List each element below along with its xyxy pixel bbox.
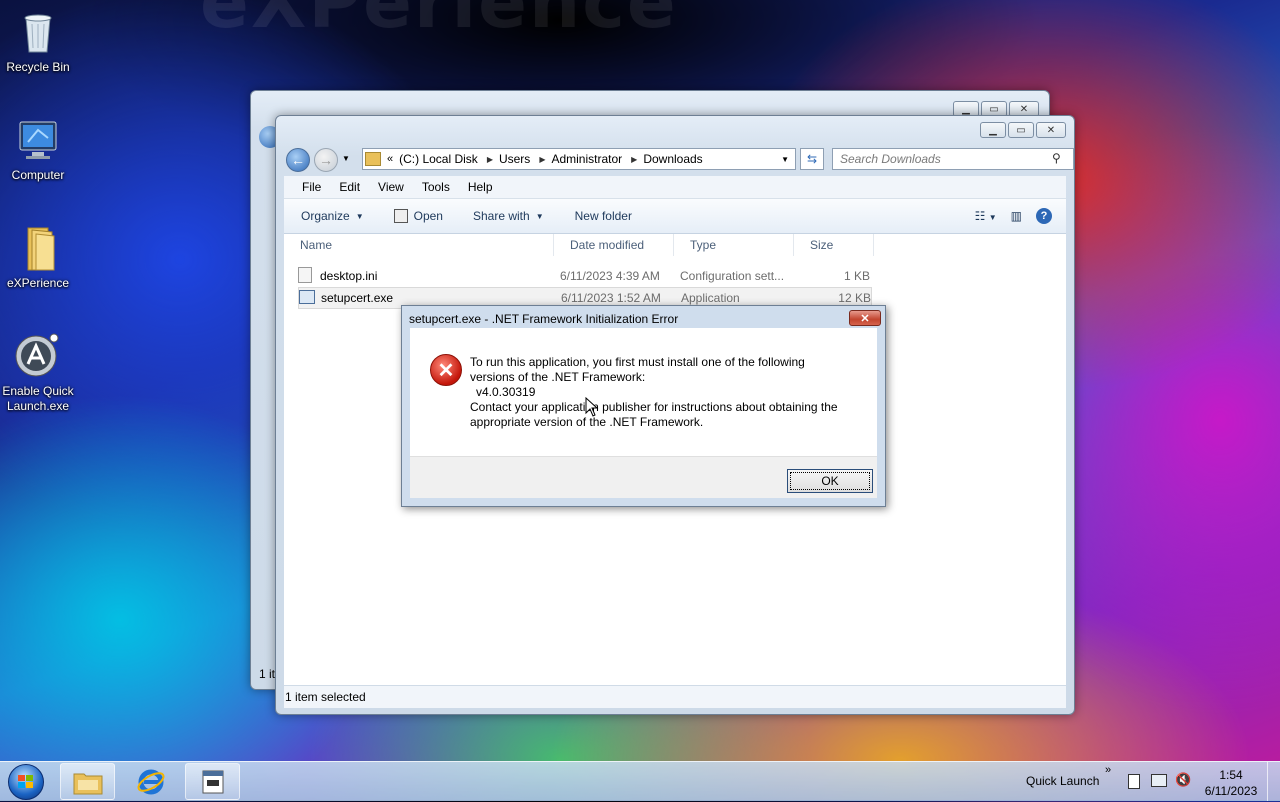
breadcrumb-item[interactable]: Downloads — [643, 152, 702, 166]
minimize-button[interactable]: ▁ — [980, 122, 1006, 138]
file-row[interactable]: desktop.ini 6/11/2023 4:39 AM Configurat… — [298, 266, 870, 286]
show-desktop-button[interactable] — [1267, 762, 1280, 801]
chevron-down-icon: ▼ — [535, 211, 544, 221]
quick-launch-label[interactable]: Quick Launch — [1026, 774, 1099, 788]
search-icon[interactable]: ⚲ — [1052, 151, 1061, 165]
column-headers: Name Date modified Type Size — [284, 234, 1066, 256]
search-input[interactable]: Search Downloads — [832, 148, 1074, 170]
menu-file[interactable]: File — [302, 180, 321, 194]
status-bar: 1 item selected — [284, 685, 1066, 708]
taskbar-explorer-button[interactable] — [60, 763, 115, 800]
application-icon — [202, 770, 223, 793]
quick-launch-chevron-icon[interactable]: » — [1105, 764, 1111, 776]
network-icon[interactable] — [1151, 774, 1167, 787]
desktop-icon-enable-quick-launch[interactable]: Enable Quick Launch.exe — [0, 332, 76, 414]
action-center-icon[interactable] — [1128, 774, 1140, 789]
folder-icon — [365, 152, 381, 166]
file-date: 6/11/2023 1:52 AM — [561, 291, 661, 305]
overflow-chevron-icon[interactable]: « — [387, 153, 393, 165]
application-icon — [299, 289, 315, 304]
desktop-icon-label: Recycle Bin — [6, 60, 70, 74]
file-type: Configuration sett... — [680, 269, 785, 283]
dialog-title: setupcert.exe - .NET Framework Initializ… — [409, 312, 679, 326]
chevron-down-icon: ▼ — [355, 211, 364, 221]
desktop-icon-label: Enable Quick Launch.exe — [2, 384, 74, 413]
dialog-close-button[interactable]: ✕ — [849, 310, 881, 326]
share-with-button[interactable]: Share with ▼ — [473, 209, 544, 223]
ok-button[interactable]: OK — [787, 469, 873, 493]
error-message: To run this application, you first must … — [470, 355, 860, 430]
column-header-size[interactable]: Size — [794, 234, 874, 256]
navigation-row: ← → ▼ « (C:) Local Disk ▶ Users ▶ Administ… — [284, 146, 1074, 172]
message-line: versions of the .NET Framework: — [470, 370, 646, 384]
file-name: setupcert.exe — [321, 291, 394, 305]
desktop-icon-label: Computer — [11, 168, 65, 182]
column-header-date-modified[interactable]: Date modified — [554, 234, 674, 256]
file-date: 6/11/2023 4:39 AM — [560, 269, 660, 283]
desktop-icon-experience[interactable]: eXPerience — [0, 224, 76, 291]
error-dialog[interactable]: setupcert.exe - .NET Framework Initializ… — [401, 305, 886, 507]
file-size: 12 KB — [838, 291, 871, 305]
menu-edit[interactable]: Edit — [339, 180, 360, 194]
windows-logo-icon — [18, 775, 33, 788]
column-header-type[interactable]: Type — [674, 234, 794, 256]
desktop-icon-computer[interactable]: Computer — [0, 116, 76, 183]
taskbar-internet-explorer-button[interactable] — [123, 763, 178, 800]
menu-help[interactable]: Help — [468, 180, 493, 194]
application-icon — [14, 332, 62, 380]
error-icon: ✕ — [430, 354, 462, 386]
menu-bar: File Edit View Tools Help — [284, 176, 1066, 199]
required-version: v4.0.30319 — [476, 385, 536, 399]
application-icon — [393, 209, 408, 223]
recycle-bin-icon — [14, 8, 62, 56]
settings-file-icon — [298, 266, 312, 283]
file-name: desktop.ini — [320, 269, 378, 283]
desktop-icon-label: eXPerience — [6, 276, 70, 290]
address-dropdown-icon[interactable]: ▼ — [781, 155, 789, 164]
clock[interactable]: 1:54 6/11/2023 — [1200, 767, 1262, 799]
preview-pane-icon[interactable]: ▥ — [1011, 209, 1022, 223]
window-controls: ▁ ▭ ✕ — [980, 122, 1066, 138]
view-options-icon[interactable]: ☷ ▼ — [975, 209, 997, 223]
status-text: 1 it — [259, 667, 276, 681]
breadcrumb-item[interactable]: Administrator ▶ — [551, 152, 637, 166]
address-bar[interactable]: « (C:) Local Disk ▶ Users ▶ Administrator ▶… — [362, 148, 796, 170]
file-size: 1 KB — [843, 269, 870, 283]
open-button[interactable]: Open — [393, 209, 443, 223]
clock-date: 6/11/2023 — [1204, 784, 1258, 798]
start-button[interactable] — [8, 764, 44, 800]
dialog-body: ✕ To run this application, you first mus… — [410, 328, 877, 456]
computer-icon — [14, 116, 62, 164]
wallpaper-watermark: eXPerience — [200, 0, 678, 44]
message-line: appropriate version of the .NET Framewor… — [470, 415, 704, 429]
breadcrumb-item[interactable]: (C:) Local Disk ▶ — [399, 152, 493, 166]
taskbar: Quick Launch » 🔇 1:54 6/11/2023 — [0, 761, 1280, 801]
message-line: To run this application, you first must … — [470, 355, 805, 369]
back-button[interactable]: ← — [286, 148, 310, 172]
internet-explorer-icon — [137, 769, 164, 794]
clock-time: 1:54 — [1219, 768, 1243, 782]
folder-icon — [14, 224, 62, 272]
help-icon[interactable]: ? — [1036, 208, 1052, 224]
column-header-name[interactable]: Name — [284, 234, 554, 256]
refresh-icon[interactable]: ⇆ — [800, 148, 824, 170]
organize-button[interactable]: Organize ▼ — [301, 209, 364, 223]
command-bar: Organize ▼ Open Share with ▼ New folder ☷ … — [284, 199, 1066, 234]
dialog-footer: OK — [410, 456, 877, 498]
breadcrumb-item[interactable]: Users ▶ — [499, 152, 546, 166]
folder-icon — [73, 773, 102, 794]
forward-button[interactable]: → — [314, 148, 338, 172]
menu-view[interactable]: View — [378, 180, 404, 194]
maximize-button[interactable]: ▭ — [1008, 122, 1034, 138]
recent-pages-chevron-icon[interactable]: ▼ — [342, 154, 350, 163]
message-line: Contact your application publisher for i… — [470, 400, 838, 414]
taskbar-setupcert-button[interactable] — [185, 763, 240, 800]
close-button[interactable]: ✕ — [1036, 122, 1066, 138]
desktop-icon-recycle-bin[interactable]: Recycle Bin — [0, 8, 76, 75]
menu-tools[interactable]: Tools — [422, 180, 450, 194]
file-type: Application — [681, 291, 740, 305]
new-folder-button[interactable]: New folder — [575, 209, 632, 223]
volume-muted-icon[interactable]: 🔇 — [1175, 772, 1191, 788]
